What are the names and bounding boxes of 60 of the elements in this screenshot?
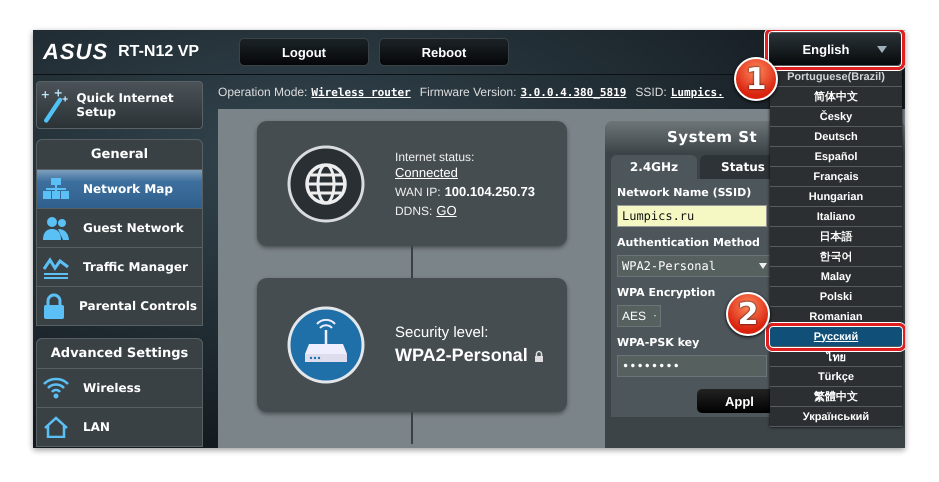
select-field[interactable]: WPA2-Personal bbox=[617, 255, 772, 277]
model-name: RT-N12 VP bbox=[118, 43, 200, 61]
step-badge: 1 bbox=[734, 57, 778, 101]
language-option[interactable]: Türkçe bbox=[770, 367, 902, 387]
chart-icon bbox=[43, 255, 69, 279]
field-label: Authentication Method bbox=[617, 236, 760, 249]
language-option[interactable]: 繁體中文 bbox=[770, 387, 902, 407]
select-field[interactable]: AES bbox=[617, 305, 661, 327]
field-label: WPA Encryption bbox=[617, 286, 716, 299]
status-label: Internet status: bbox=[395, 150, 476, 164]
language-option[interactable]: Français bbox=[770, 167, 902, 187]
header-button[interactable]: Logout bbox=[239, 38, 369, 66]
lock-icon bbox=[534, 350, 544, 362]
security-label: Security level: bbox=[395, 324, 490, 341]
ddns-link[interactable]: GO bbox=[436, 202, 457, 218]
language-option[interactable]: Русский bbox=[770, 327, 902, 347]
globe-icon bbox=[287, 144, 365, 222]
language-dropdown[interactable]: English bbox=[768, 32, 902, 66]
language-option[interactable]: Italiano bbox=[770, 207, 902, 227]
header-button[interactable]: Reboot bbox=[379, 38, 509, 66]
language-option[interactable]: Polski bbox=[770, 287, 902, 307]
lock-icon bbox=[43, 293, 65, 319]
language-option[interactable]: Deutsch bbox=[770, 127, 902, 147]
info-link[interactable]: Lumpics. bbox=[670, 86, 724, 98]
caret-icon bbox=[877, 46, 887, 52]
language-option[interactable]: Malay bbox=[770, 267, 902, 287]
house-icon bbox=[43, 416, 69, 438]
users-icon bbox=[43, 216, 69, 240]
sidebar-item[interactable]: Network Map bbox=[37, 169, 202, 208]
info-label: Firmware Version: bbox=[420, 85, 516, 99]
network-icon bbox=[43, 177, 69, 201]
group-title: Advanced Settings bbox=[50, 345, 190, 363]
security-value: WPA2-Personal bbox=[395, 345, 528, 366]
group-title: General bbox=[90, 146, 150, 164]
panel-title: System St bbox=[667, 128, 758, 146]
quick-setup-button[interactable]: Quick Internet Setup bbox=[36, 81, 203, 129]
language-option[interactable]: Español bbox=[770, 147, 902, 167]
wan-ip: 100.104.250.73 bbox=[444, 184, 535, 198]
info-link[interactable]: 3.0.0.4.380_5819 bbox=[520, 86, 626, 98]
router-icon bbox=[287, 306, 365, 384]
status-link[interactable]: Connected bbox=[395, 166, 535, 180]
input-field[interactable]: Lumpics.ru bbox=[617, 205, 767, 227]
info-label: Operation Mode: bbox=[218, 85, 308, 99]
info-link[interactable]: Wireless router bbox=[311, 86, 411, 98]
field-label: Network Name (SSID) bbox=[617, 186, 752, 199]
wan-label: WAN IP: bbox=[395, 184, 441, 198]
wifi-icon bbox=[43, 377, 69, 399]
language-option[interactable]: 简体中文 bbox=[770, 87, 902, 107]
language-option[interactable]: 한국어 bbox=[770, 247, 902, 267]
caret-icon bbox=[759, 263, 767, 269]
language-option[interactable]: Український bbox=[770, 407, 902, 427]
field-label: WPA-PSK key bbox=[617, 336, 700, 349]
language-option[interactable]: Česky bbox=[770, 107, 902, 127]
ddns-label: DDNS: bbox=[395, 204, 432, 218]
language-option[interactable]: 日本語 bbox=[770, 227, 902, 247]
info-label: SSID: bbox=[635, 85, 667, 99]
brand-logo: ASUS bbox=[43, 39, 108, 65]
language-option[interactable]: Hungarian bbox=[770, 187, 902, 207]
password-field[interactable]: •••••••• bbox=[617, 355, 767, 377]
tab[interactable]: 2.4GHz bbox=[611, 155, 697, 179]
